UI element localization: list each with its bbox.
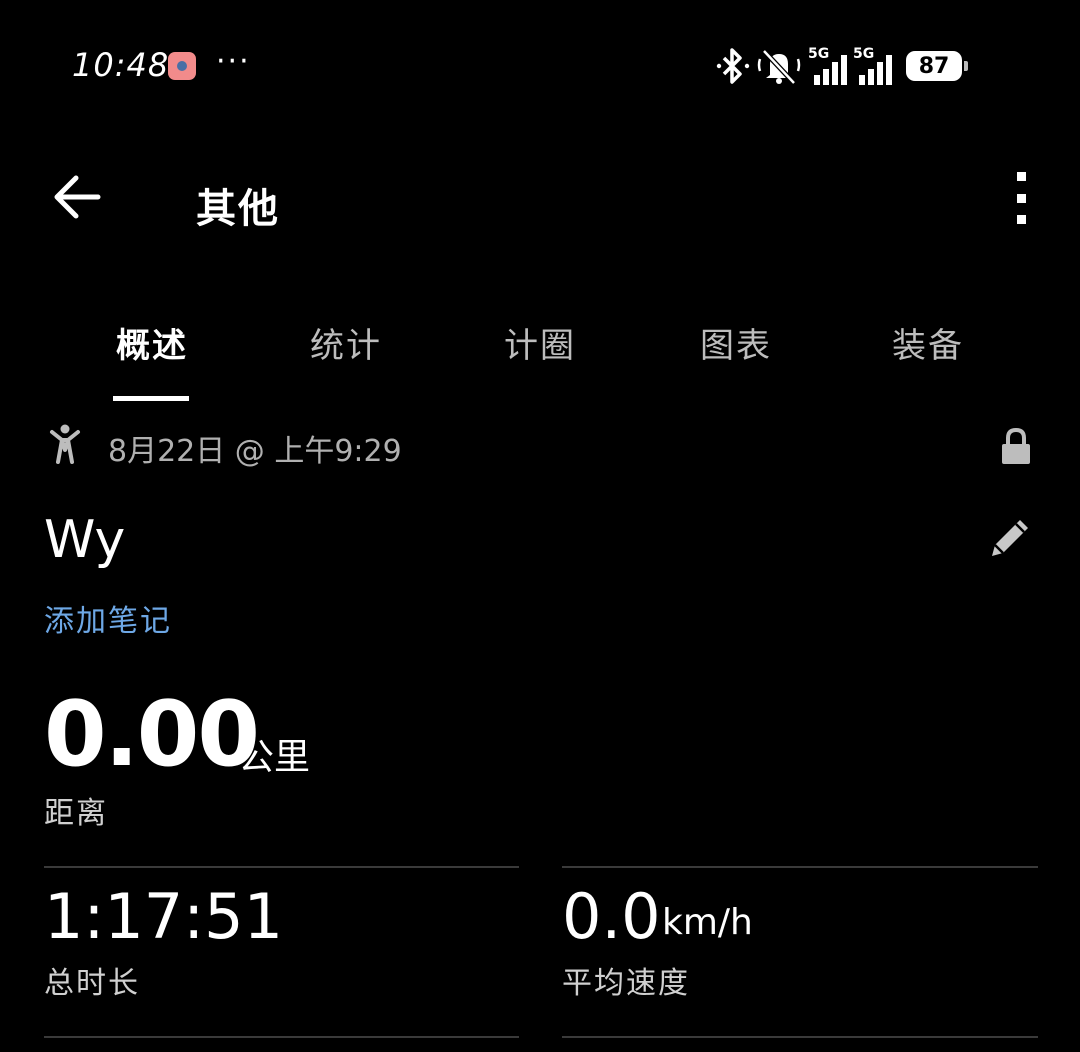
bluetooth-icon bbox=[716, 48, 750, 84]
more-options-icon[interactable] bbox=[1010, 172, 1032, 224]
divider bbox=[44, 1036, 519, 1038]
app-notification-icon bbox=[168, 52, 196, 80]
more-notifications-icon: ··· bbox=[216, 44, 251, 79]
distance-label: 距离 bbox=[44, 796, 108, 831]
edit-pencil-icon[interactable] bbox=[986, 514, 1034, 562]
avg-speed-label: 平均速度 bbox=[562, 966, 690, 1001]
status-icons: 5G 5G 87 bbox=[716, 44, 968, 88]
divider bbox=[562, 866, 1038, 868]
tab-stats[interactable]: 统计 bbox=[306, 318, 386, 367]
lock-icon[interactable] bbox=[1000, 426, 1032, 466]
activity-name[interactable]: Wy bbox=[44, 510, 125, 570]
signal-2: 5G bbox=[853, 47, 892, 85]
avg-speed-value: 0.0 bbox=[562, 880, 661, 953]
person-activity-icon bbox=[50, 424, 80, 464]
signal-bars-2-icon bbox=[859, 55, 892, 85]
duration-value: 1:17:51 bbox=[44, 880, 284, 953]
battery-level: 87 bbox=[918, 53, 950, 79]
page-title: 其他 bbox=[196, 186, 280, 232]
back-arrow-icon[interactable] bbox=[52, 174, 102, 220]
divider bbox=[44, 866, 519, 868]
divider bbox=[562, 1036, 1038, 1038]
active-tab-indicator bbox=[113, 396, 189, 401]
signal-bars-1-icon bbox=[814, 55, 847, 85]
duration-label: 总时长 bbox=[44, 966, 140, 1001]
tab-charts[interactable]: 图表 bbox=[696, 318, 776, 367]
battery-icon: 87 bbox=[906, 51, 968, 81]
tab-overview[interactable]: 概述 bbox=[112, 318, 192, 367]
distance-value: 0.00 bbox=[44, 682, 260, 787]
silent-bell-icon bbox=[757, 49, 801, 85]
distance-unit: 公里 bbox=[238, 737, 311, 778]
tab-gear[interactable]: 装备 bbox=[888, 318, 968, 367]
avg-speed-unit: km/h bbox=[662, 902, 753, 943]
add-note-link[interactable]: 添加笔记 bbox=[44, 596, 172, 640]
tab-laps[interactable]: 计圈 bbox=[500, 318, 580, 367]
status-time: 10:48 bbox=[72, 46, 170, 84]
activity-date: 8月22日 @ 上午9:29 bbox=[108, 434, 402, 469]
signal-1: 5G bbox=[808, 47, 847, 85]
